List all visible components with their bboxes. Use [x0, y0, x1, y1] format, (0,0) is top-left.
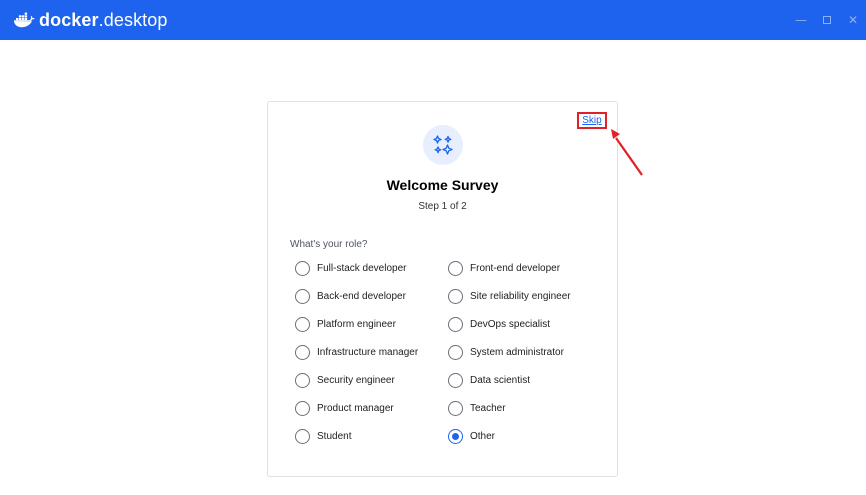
role-option[interactable]: Data scientist: [448, 371, 530, 389]
skip-link[interactable]: Skip: [582, 115, 601, 126]
role-option-label: Infrastructure manager: [317, 346, 419, 358]
skip-highlight-box: Skip: [577, 112, 607, 129]
sparkles-glyph: [433, 135, 453, 155]
role-option[interactable]: Front-end developer: [448, 259, 560, 277]
role-option[interactable]: Teacher: [448, 399, 506, 417]
radio-button[interactable]: [295, 260, 310, 276]
radio-button[interactable]: [295, 428, 310, 444]
role-option[interactable]: Security engineer: [295, 371, 395, 389]
close-glyph: ✕: [847, 13, 859, 27]
role-option[interactable]: Infrastructure manager: [295, 343, 418, 361]
role-option-label: Full-stack developer: [317, 262, 407, 274]
brand-name-bold: docker: [39, 9, 99, 30]
maximize-square: [823, 16, 831, 24]
docker-desktop-logo: docker.desktop: [13, 0, 168, 40]
role-option-label: Platform engineer: [317, 318, 396, 330]
role-option[interactable]: DevOps specialist: [448, 315, 550, 333]
role-option[interactable]: Product manager: [295, 399, 394, 417]
role-option[interactable]: Other: [448, 427, 495, 445]
role-option-label: Back-end developer: [317, 290, 406, 302]
role-option-label: Product manager: [317, 402, 394, 414]
radio-button[interactable]: [295, 316, 310, 332]
title-bar: docker.desktop — ✕: [0, 0, 866, 40]
survey-title: Welcome Survey: [386, 177, 499, 193]
close-icon[interactable]: ✕: [840, 0, 866, 40]
role-option-label: Front-end developer: [470, 262, 561, 274]
role-option-label: Site reliability engineer: [470, 290, 571, 302]
radio-button[interactable]: [448, 372, 463, 388]
role-question: What's your role?: [290, 239, 368, 250]
radio-button-checked[interactable]: [448, 428, 463, 444]
radio-dot: [452, 432, 459, 440]
radio-button[interactable]: [295, 344, 310, 360]
role-option[interactable]: Back-end developer: [295, 287, 406, 305]
minimize-icon[interactable]: —: [788, 0, 814, 40]
role-option-label: Student: [317, 430, 352, 442]
brand-name: docker.desktop: [39, 10, 168, 31]
role-option[interactable]: System administrator: [448, 343, 564, 361]
minimize-glyph: —: [795, 13, 807, 27]
radio-button[interactable]: [295, 372, 310, 388]
role-option-label: Data scientist: [470, 374, 531, 386]
maximize-icon[interactable]: [814, 0, 840, 40]
role-option-label: Security engineer: [317, 374, 395, 386]
sparkles-icon: [423, 125, 463, 165]
radio-button[interactable]: [448, 344, 463, 360]
radio-button[interactable]: [448, 288, 463, 304]
role-option[interactable]: Full-stack developer: [295, 259, 406, 277]
role-option-label: Other: [470, 430, 496, 442]
radio-button[interactable]: [295, 288, 310, 304]
radio-button[interactable]: [448, 316, 463, 332]
step-indicator: Step 1 of 2: [418, 201, 467, 212]
role-option-label: System administrator: [470, 346, 564, 358]
role-option[interactable]: Site reliability engineer: [448, 287, 571, 305]
role-option-label: Teacher: [470, 402, 506, 414]
radio-button[interactable]: [448, 260, 463, 276]
role-option[interactable]: Student: [295, 427, 351, 445]
docker-whale-icon: [14, 12, 35, 28]
brand-name-light: .desktop: [98, 9, 168, 30]
welcome-survey-card: Skip Welcome Survey Step 1 of 2 What's y…: [267, 101, 618, 477]
radio-button[interactable]: [295, 400, 310, 416]
role-option-label: DevOps specialist: [470, 318, 551, 330]
radio-button[interactable]: [448, 400, 463, 416]
window-controls: — ✕: [788, 0, 866, 40]
role-option[interactable]: Platform engineer: [295, 315, 396, 333]
